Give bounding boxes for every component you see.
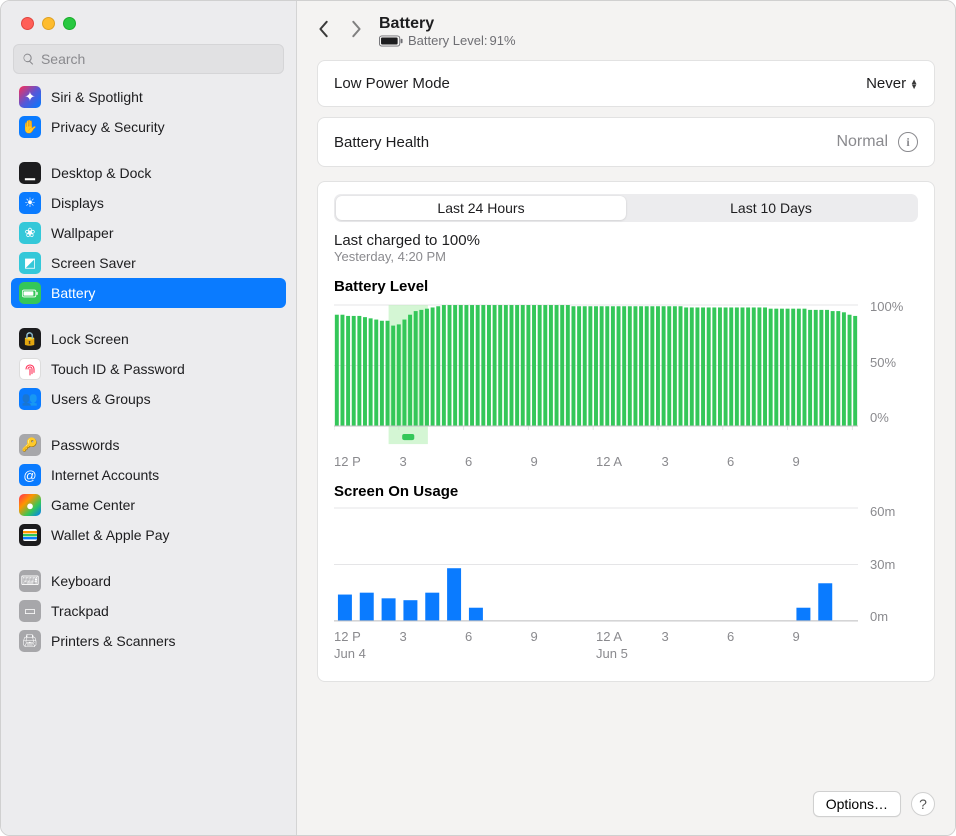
sidebar-item-label: Trackpad: [51, 603, 109, 619]
sidebar-item-screen-saver[interactable]: ◩ Screen Saver: [11, 248, 286, 278]
pref-icon: @: [19, 464, 41, 486]
sidebar-item-lock-screen[interactable]: 🔒 Lock Screen: [11, 324, 286, 354]
sidebar-item-label: Printers & Scanners: [51, 633, 176, 649]
sidebar-item-touch-id-password[interactable]: Touch ID & Password: [11, 354, 286, 384]
pref-icon: ❀: [19, 222, 41, 244]
search-icon: [22, 52, 35, 66]
nav-forward-button[interactable]: [349, 20, 363, 43]
system-settings-window: ✦ Siri & Spotlight ✋ Privacy & Security ▁ Des…: [0, 0, 956, 836]
sidebar-item-battery[interactable]: Battery: [11, 278, 286, 308]
header: Battery Battery Level: 91%: [297, 1, 955, 56]
battery-health-value: Normal: [836, 133, 888, 151]
pref-icon: [19, 358, 41, 380]
sidebar-item-siri-spotlight[interactable]: ✦ Siri & Spotlight: [11, 82, 286, 112]
last-charged-block: Last charged to 100% Yesterday, 4:20 PM: [334, 232, 918, 264]
search-input[interactable]: [41, 51, 275, 67]
pref-icon: 🔒: [19, 328, 41, 350]
page-title: Battery: [379, 15, 516, 33]
low-power-mode-row: Low Power Mode Never ▲▼: [317, 60, 935, 107]
pref-icon: ●: [19, 494, 41, 516]
date-axis: Jun 4Jun 5: [334, 646, 918, 661]
sidebar-item-label: Users & Groups: [51, 391, 151, 407]
battery-health-info-button[interactable]: i: [898, 132, 918, 152]
search-field[interactable]: [13, 44, 284, 74]
sidebar-item-label: Lock Screen: [51, 331, 129, 347]
sidebar-item-wallet-apple-pay[interactable]: Wallet & Apple Pay: [11, 520, 286, 550]
sidebar-item-wallpaper[interactable]: ❀ Wallpaper: [11, 218, 286, 248]
pref-icon: [19, 524, 41, 546]
page-subtitle: Battery Level: 91%: [379, 33, 516, 48]
battery-icon: [379, 35, 403, 47]
sidebar-item-users-groups[interactable]: 👥 Users & Groups: [11, 384, 286, 414]
nav-arrows: [317, 20, 363, 43]
sidebar-item-label: Displays: [51, 195, 104, 211]
sidebar-item-label: Wallet & Apple Pay: [51, 527, 170, 543]
window-controls: [1, 1, 296, 44]
battery-level-chart: Battery Level 100%50%0% 12 P36912 A369: [334, 278, 918, 469]
sidebar-item-label: Privacy & Security: [51, 119, 165, 135]
time-range-segmented: Last 24 Hours Last 10 Days: [334, 194, 918, 222]
pref-icon: 🔑: [19, 434, 41, 456]
sidebar-item-label: Wallpaper: [51, 225, 114, 241]
tab-last-10-days[interactable]: Last 10 Days: [626, 196, 916, 220]
sidebar-item-label: Battery: [51, 285, 95, 301]
pref-icon: ◩: [19, 252, 41, 274]
battery-level-plot: [334, 299, 858, 450]
minimize-window-button[interactable]: [42, 17, 55, 30]
sidebar-item-label: Keyboard: [51, 573, 111, 589]
sidebar-item-label: Game Center: [51, 497, 135, 513]
sidebar-item-label: Passwords: [51, 437, 119, 453]
pref-icon: ▭: [19, 600, 41, 622]
pref-icon: 🖨: [19, 630, 41, 652]
chevron-up-down-icon: ▲▼: [910, 79, 918, 89]
battery-health-label: Battery Health: [334, 134, 429, 151]
pref-icon: ▁: [19, 162, 41, 184]
sidebar-item-label: Internet Accounts: [51, 467, 159, 483]
tab-last-24-hours[interactable]: Last 24 Hours: [336, 196, 626, 220]
sidebar-list[interactable]: ✦ Siri & Spotlight ✋ Privacy & Security ▁ Des…: [1, 82, 296, 835]
battery-level-yaxis: 100%50%0%: [868, 299, 918, 425]
usage-card: Last 24 Hours Last 10 Days Last charged …: [317, 181, 935, 682]
pref-icon: ✋: [19, 116, 41, 138]
sidebar-item-desktop-dock[interactable]: ▁ Desktop & Dock: [11, 158, 286, 188]
sidebar-item-keyboard[interactable]: ⌨ Keyboard: [11, 566, 286, 596]
low-power-mode-popup[interactable]: Never ▲▼: [866, 75, 918, 92]
sidebar-item-label: Screen Saver: [51, 255, 136, 271]
last-charged-when: Yesterday, 4:20 PM: [334, 249, 918, 264]
sidebar-item-game-center[interactable]: ● Game Center: [11, 490, 286, 520]
options-button[interactable]: Options…: [813, 791, 901, 817]
sidebar-item-label: Desktop & Dock: [51, 165, 151, 181]
title-block: Battery Battery Level: 91%: [379, 15, 516, 48]
screen-on-chart: Screen On Usage 60m30m0m 12 P36912 A369 …: [334, 483, 918, 661]
screen-on-xaxis: 12 P36912 A369: [334, 629, 918, 644]
screen-on-plot: [334, 504, 858, 625]
battery-level-xaxis: 12 P36912 A369: [334, 454, 918, 469]
zoom-window-button[interactable]: [63, 17, 76, 30]
sidebar-item-label: Siri & Spotlight: [51, 89, 143, 105]
last-charged-title: Last charged to 100%: [334, 232, 918, 249]
screen-on-yaxis: 60m30m0m: [868, 504, 918, 624]
sidebar-item-passwords[interactable]: 🔑 Passwords: [11, 430, 286, 460]
main-pane: Battery Battery Level: 91% Low Power Mod…: [297, 1, 955, 835]
pref-icon: ☀: [19, 192, 41, 214]
sidebar-item-internet-accounts[interactable]: @ Internet Accounts: [11, 460, 286, 490]
sidebar-item-printers-scanners[interactable]: 🖨 Printers & Scanners: [11, 626, 286, 656]
nav-back-button[interactable]: [317, 20, 331, 43]
battery-level-value: 91%: [490, 33, 516, 48]
battery-health-row: Battery Health Normal i: [317, 117, 935, 167]
sidebar-item-trackpad[interactable]: ▭ Trackpad: [11, 596, 286, 626]
pref-icon: 👥: [19, 388, 41, 410]
footer: Options… ?: [297, 791, 955, 835]
close-window-button[interactable]: [21, 17, 34, 30]
pref-icon: ⌨: [19, 570, 41, 592]
sidebar-item-privacy-security[interactable]: ✋ Privacy & Security: [11, 112, 286, 142]
content: Low Power Mode Never ▲▼ Battery Health N…: [297, 56, 955, 791]
help-button[interactable]: ?: [911, 792, 935, 816]
sidebar-item-label: Touch ID & Password: [51, 361, 185, 377]
pref-icon: [19, 282, 41, 304]
sidebar-item-displays[interactable]: ☀ Displays: [11, 188, 286, 218]
pref-icon: ✦: [19, 86, 41, 108]
low-power-mode-label: Low Power Mode: [334, 75, 450, 92]
sidebar: ✦ Siri & Spotlight ✋ Privacy & Security ▁ Des…: [1, 1, 297, 835]
